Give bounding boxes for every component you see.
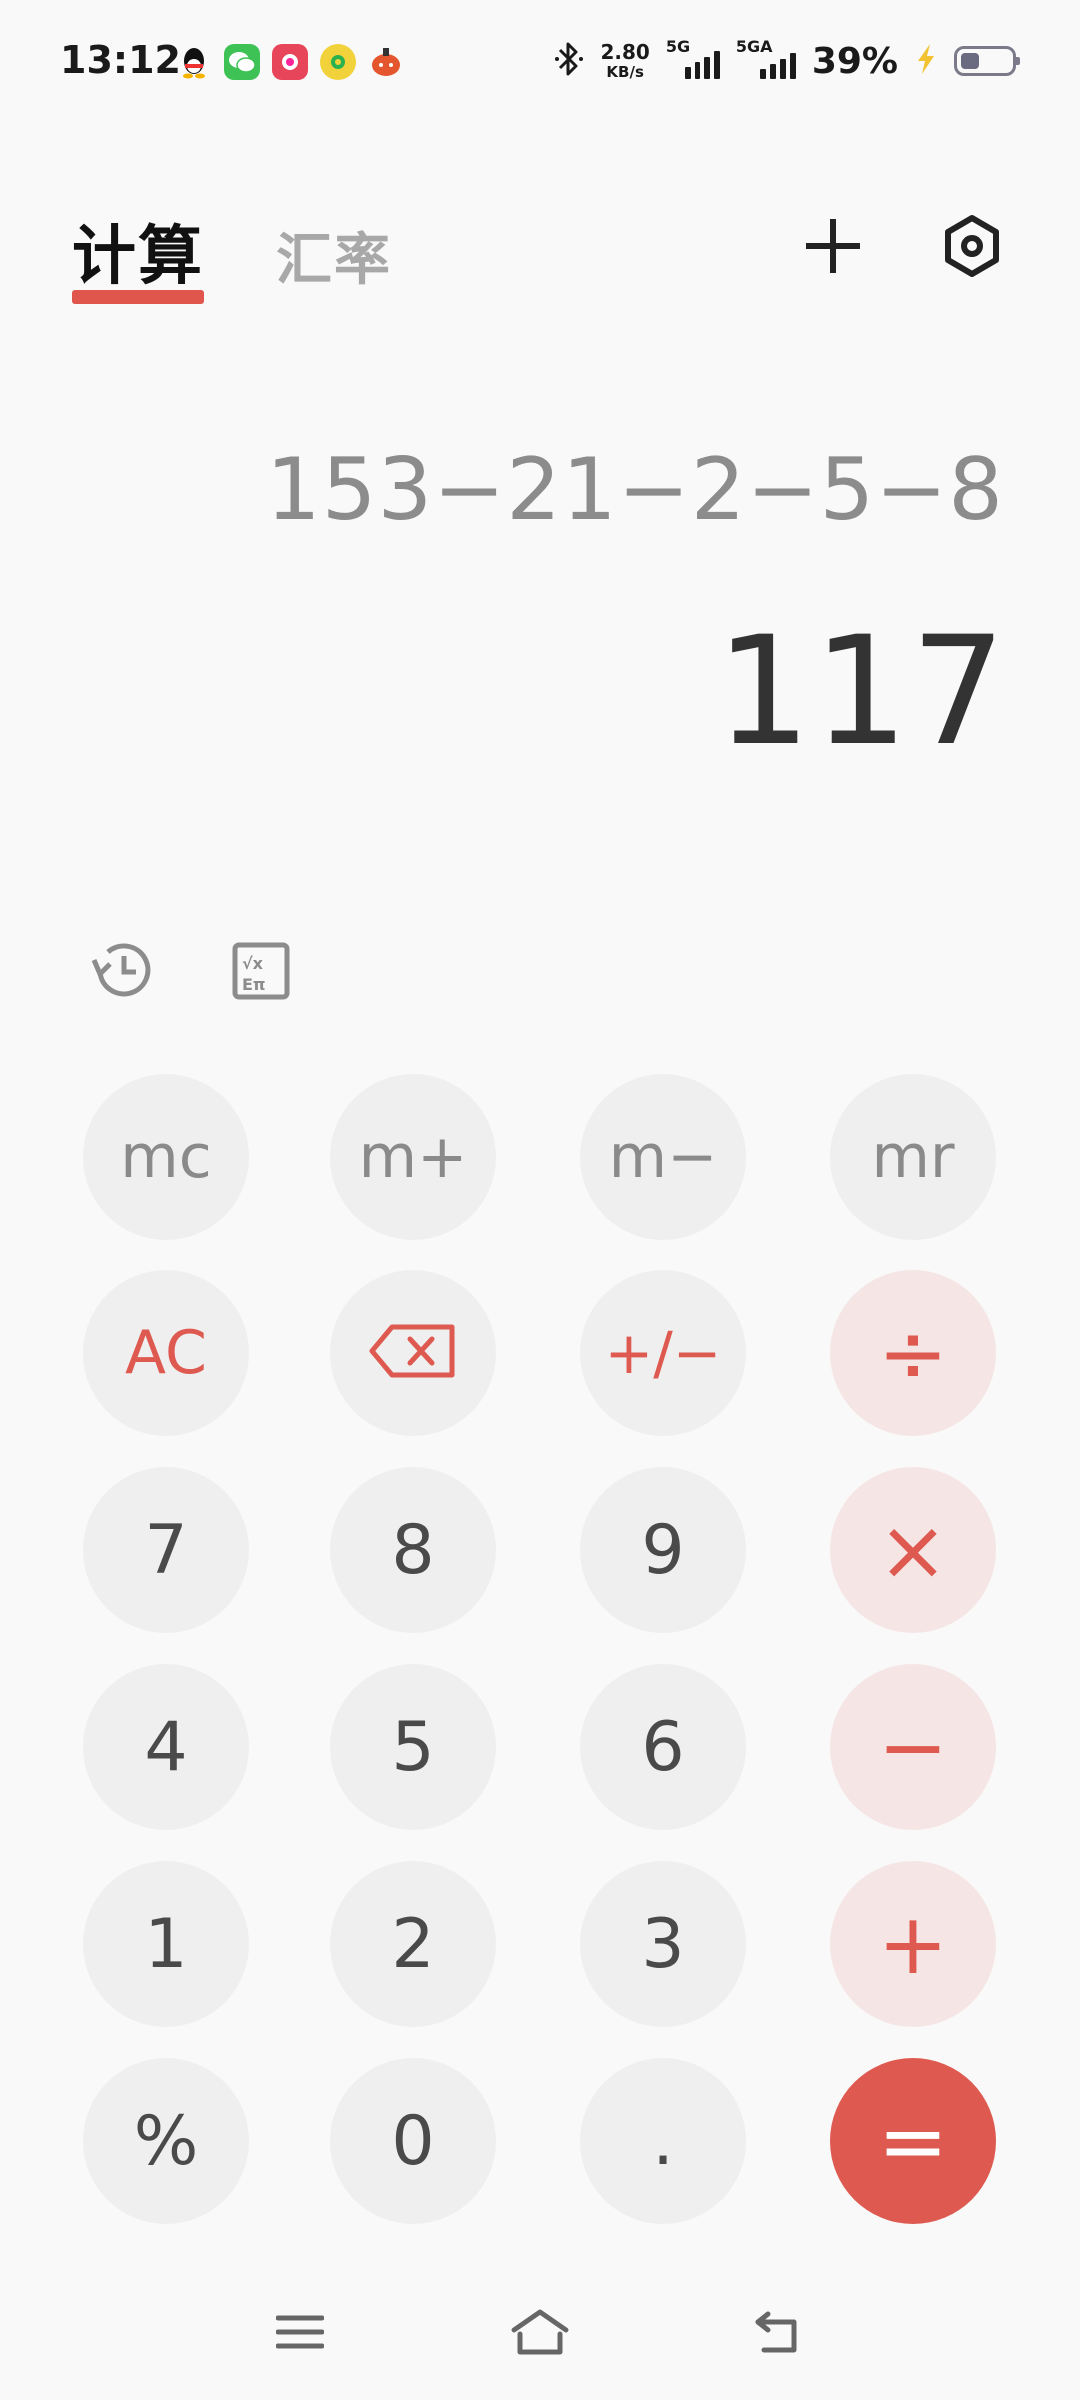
sim2-signal-icon: 5GA — [736, 37, 796, 79]
m-minus-key[interactable]: m− — [580, 1074, 746, 1240]
history-button[interactable] — [78, 928, 168, 1018]
sim1-signal-icon: 5G — [666, 37, 720, 79]
game-icon — [368, 44, 404, 80]
multiply-key[interactable]: × — [830, 1467, 996, 1633]
decimal-key[interactable]: . — [580, 2058, 746, 2224]
scientific-calculator-icon: √x Eπ — [231, 941, 291, 1005]
status-bar: 13:12 2.80 KB/s 5G 5GA 39% — [0, 0, 1080, 130]
plus-key[interactable]: + — [830, 1861, 996, 2027]
svg-text:Eπ: Eπ — [242, 975, 266, 994]
status-time: 13:12 — [60, 38, 181, 82]
charging-icon — [914, 42, 938, 80]
backspace-key[interactable] — [330, 1270, 496, 1436]
plus-minus-key[interactable]: +/− — [580, 1270, 746, 1436]
app-icon — [272, 44, 308, 80]
tab-calculate[interactable]: 计算 — [72, 205, 204, 297]
shrink-icon — [803, 216, 863, 280]
digit-9-key[interactable]: 9 — [580, 1467, 746, 1633]
back-button[interactable] — [740, 2294, 820, 2374]
percent-key[interactable]: % — [83, 2058, 249, 2224]
active-tab-indicator — [72, 290, 204, 304]
digit-7-key[interactable]: 7 — [83, 1467, 249, 1633]
music-icon — [320, 44, 356, 80]
digit-3-key[interactable]: 3 — [580, 1861, 746, 2027]
settings-button[interactable] — [927, 203, 1017, 293]
calculator-screen: 13:12 2.80 KB/s 5G 5GA 39% 计算 汇率 153−21−… — [0, 0, 1080, 2400]
digit-8-key[interactable]: 8 — [330, 1467, 496, 1633]
digit-2-key[interactable]: 2 — [330, 1861, 496, 2027]
expression-display: 153−21−2−5−8 — [266, 440, 1004, 540]
recent-apps-button[interactable] — [260, 2294, 340, 2374]
bluetooth-icon — [554, 40, 584, 82]
battery-icon — [954, 46, 1020, 76]
result-display: 117 — [715, 605, 1008, 779]
mr-key[interactable]: mr — [830, 1074, 996, 1240]
backspace-icon — [368, 1323, 458, 1383]
equals-key[interactable]: = — [830, 2058, 996, 2224]
history-icon — [88, 936, 158, 1010]
compact-mode-button[interactable] — [788, 203, 878, 293]
digit-4-key[interactable]: 4 — [83, 1664, 249, 1830]
battery-percent: 39% — [811, 40, 898, 82]
m-plus-key[interactable]: m+ — [330, 1074, 496, 1240]
wechat-icon — [224, 44, 260, 80]
system-navigation-bar — [0, 2300, 1080, 2400]
menu-icon — [275, 2312, 325, 2356]
minus-key[interactable]: − — [830, 1664, 996, 1830]
network-speed: 2.80 KB/s — [600, 40, 650, 81]
qq-icon — [176, 44, 212, 80]
mc-key[interactable]: mc — [83, 1074, 249, 1240]
digit-1-key[interactable]: 1 — [83, 1861, 249, 2027]
digit-5-key[interactable]: 5 — [330, 1664, 496, 1830]
all-clear-key[interactable]: AC — [83, 1270, 249, 1436]
home-icon — [510, 2308, 570, 2360]
digit-0-key[interactable]: 0 — [330, 2058, 496, 2224]
status-indicators: 2.80 KB/s 5G 5GA 39% — [554, 37, 1020, 82]
back-icon — [754, 2308, 806, 2360]
home-button[interactable] — [500, 2294, 580, 2374]
gear-icon — [940, 214, 1004, 282]
tab-exchange-rate[interactable]: 汇率 — [276, 215, 392, 296]
notification-icons — [176, 44, 404, 80]
svg-text:√x: √x — [242, 954, 264, 973]
digit-6-key[interactable]: 6 — [580, 1664, 746, 1830]
scientific-mode-button[interactable]: √x Eπ — [216, 928, 306, 1018]
divide-key[interactable]: ÷ — [830, 1270, 996, 1436]
